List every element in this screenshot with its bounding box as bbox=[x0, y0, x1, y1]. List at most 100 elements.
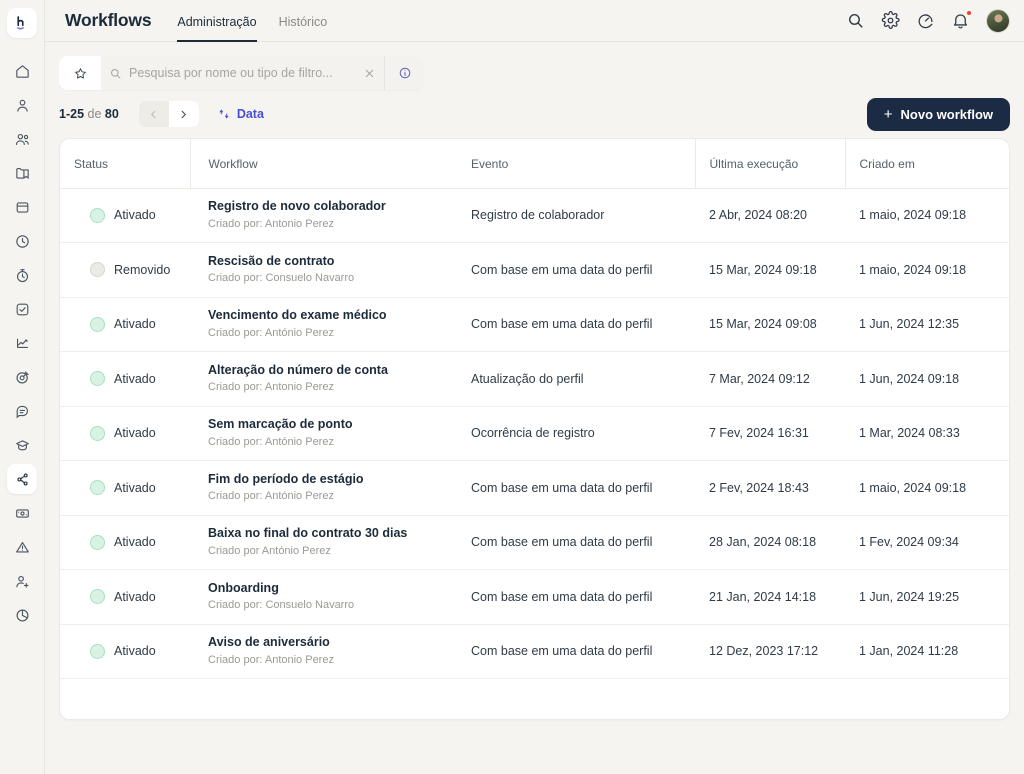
table-toolbar: 1-25 de 80 Data + Novo workflow bbox=[59, 90, 1010, 138]
search-input[interactable] bbox=[129, 66, 356, 80]
info-button[interactable] bbox=[384, 56, 424, 90]
next-page-button[interactable] bbox=[168, 101, 199, 127]
sidebar-item-messages[interactable] bbox=[7, 396, 37, 426]
cell-criado-em: 1 Fev, 2024 09:34 bbox=[859, 535, 959, 550]
status-badge: Ativado bbox=[74, 589, 190, 605]
pagination-range: 1-25 bbox=[59, 107, 85, 121]
close-icon[interactable] bbox=[363, 67, 376, 80]
sidebar-item-recruiting[interactable] bbox=[7, 566, 37, 596]
cell-ultima-execucao: 7 Fev, 2024 16:31 bbox=[709, 426, 809, 441]
pagination-summary: 1-25 de 80 bbox=[59, 107, 119, 121]
cell-evento: Com base em uma data do perfil bbox=[471, 535, 653, 550]
performance-button[interactable] bbox=[916, 11, 935, 30]
sidebar-item-tasks[interactable] bbox=[7, 294, 37, 324]
sidebar-item-workflows[interactable] bbox=[7, 464, 37, 494]
status-dot-icon bbox=[90, 480, 105, 496]
tab-administracao[interactable]: Administração bbox=[177, 1, 257, 42]
table-row[interactable]: Ativado Fim do período de estágio Criado p… bbox=[60, 461, 1009, 515]
workflow-name[interactable]: Rescisão de contrato bbox=[208, 253, 455, 270]
cell-workflow: Rescisão de contrato Criado por: Consuelo… bbox=[190, 243, 455, 298]
sidebar-item-alerts[interactable] bbox=[7, 532, 37, 562]
star-icon bbox=[74, 67, 86, 79]
table-row[interactable]: Ativado Alteração do número de conta Criad… bbox=[60, 352, 1009, 407]
sort-label: Data bbox=[236, 107, 264, 121]
sidebar-item-profile[interactable] bbox=[7, 90, 37, 120]
workflow-name[interactable]: Vencimento do exame médico bbox=[208, 307, 455, 324]
sidebar-item-payments[interactable] bbox=[7, 498, 37, 528]
cell-ultima-execucao: 15 Mar, 2024 09:08 bbox=[709, 317, 817, 332]
sidebar-item-training[interactable] bbox=[7, 430, 37, 460]
status-dot-icon bbox=[90, 534, 105, 550]
sidebar-item-hours[interactable] bbox=[7, 226, 37, 256]
sidebar-item-team[interactable] bbox=[7, 124, 37, 154]
cell-status: Ativado bbox=[60, 352, 190, 407]
table-row[interactable]: Ativado Onboarding Criado por: Consuelo Na… bbox=[60, 570, 1009, 625]
workflow-name[interactable]: Aviso de aniversário bbox=[208, 634, 455, 651]
workflow-name[interactable]: Baixa no final do contrato 30 dias bbox=[208, 525, 455, 542]
sort-button[interactable]: Data bbox=[217, 107, 264, 121]
home-icon bbox=[15, 64, 29, 78]
cell-status: Ativado bbox=[60, 570, 190, 625]
cell-status: Ativado bbox=[60, 624, 190, 679]
prev-page-button[interactable] bbox=[138, 101, 169, 127]
workflow-name[interactable]: Alteração do número de conta bbox=[208, 362, 455, 379]
sidebar-item-reports[interactable] bbox=[7, 328, 37, 358]
sidebar-item-home[interactable] bbox=[7, 56, 37, 86]
sidebar-item-analytics[interactable] bbox=[7, 600, 37, 630]
sidebar-item-timeclock[interactable] bbox=[7, 260, 37, 290]
sort-icon bbox=[219, 109, 229, 119]
status-label: Ativado bbox=[114, 644, 156, 659]
favorites-button[interactable] bbox=[59, 56, 101, 90]
status-badge: Ativado bbox=[74, 371, 190, 387]
sidebar-item-goals[interactable] bbox=[7, 362, 37, 392]
column-header-workflow[interactable]: Workflow bbox=[189, 139, 455, 189]
person-add-icon bbox=[15, 575, 29, 588]
cell-ultima-execucao: 2 Abr, 2024 08:20 bbox=[709, 208, 808, 223]
status-badge: Ativado bbox=[74, 316, 190, 332]
column-header-ultima-execucao[interactable]: Última execução bbox=[694, 139, 845, 189]
people-icon bbox=[15, 133, 29, 145]
money-icon bbox=[15, 508, 29, 518]
workflow-name[interactable]: Sem marcação de ponto bbox=[208, 416, 455, 433]
table-row[interactable]: Ativado Registro de novo colaborador Criad… bbox=[60, 188, 1009, 243]
sidebar-item-archive[interactable] bbox=[7, 192, 37, 222]
new-workflow-button[interactable]: + Novo workflow bbox=[866, 97, 1010, 131]
cell-status: Ativado bbox=[60, 297, 190, 352]
workflow-created-by: Criado por: Consuelo Navarro bbox=[208, 599, 355, 612]
status-badge: Removido bbox=[74, 262, 190, 278]
table-header-row: Status Workflow Evento Última execução C… bbox=[60, 139, 1009, 189]
search-button[interactable] bbox=[846, 11, 865, 30]
avatar[interactable] bbox=[986, 8, 1010, 33]
status-label: Ativado bbox=[114, 589, 156, 604]
pie-chart-icon bbox=[16, 609, 28, 621]
graduation-cap-icon bbox=[15, 439, 29, 450]
app-root: Workflows Administração Histórico Pesqui… bbox=[0, 0, 1024, 774]
column-header-criado-em[interactable]: Criado em bbox=[844, 139, 1009, 189]
cell-evento: Com base em uma data do perfil bbox=[471, 262, 653, 277]
settings-button[interactable] bbox=[881, 11, 900, 30]
workflow-created-by: Criado por: Antonio Perez bbox=[208, 217, 334, 230]
workflow-name[interactable]: Fim do período de estágio bbox=[208, 471, 455, 488]
workflow-name[interactable]: Registro de novo colaborador bbox=[208, 198, 455, 215]
table-row[interactable]: Ativado Vencimento do exame médico Criado … bbox=[60, 297, 1009, 352]
table-row[interactable]: Ativado Sem marcação de ponto Criado por:… bbox=[60, 406, 1009, 461]
notifications-button[interactable] bbox=[951, 10, 972, 30]
app-logo[interactable] bbox=[7, 8, 37, 38]
cell-criado-em: 1 maio, 2024 09:18 bbox=[859, 208, 967, 223]
column-header-status[interactable]: Status bbox=[60, 139, 190, 189]
workflows-table: Status Workflow Evento Última execução C… bbox=[60, 139, 1009, 679]
cell-workflow: Onboarding Criado por: Consuelo Navarro bbox=[190, 570, 455, 625]
sidebar-item-documents[interactable] bbox=[7, 158, 37, 188]
cell-workflow: Registro de novo colaborador Criado por: … bbox=[190, 188, 455, 243]
status-label: Ativado bbox=[114, 317, 156, 332]
workflow-name[interactable]: Onboarding bbox=[208, 580, 455, 597]
top-bar-actions bbox=[846, 8, 1010, 33]
status-badge: Ativado bbox=[74, 207, 190, 223]
table-row[interactable]: Ativado Baixa no final do contrato 30 dia… bbox=[60, 515, 1009, 570]
table-row[interactable]: Removido Rescisão de contrato Criado por: … bbox=[60, 243, 1009, 298]
table-row[interactable]: Ativado Aviso de aniversário Criado por: A… bbox=[60, 624, 1009, 679]
column-header-evento[interactable]: Evento bbox=[455, 139, 695, 189]
tab-historico[interactable]: Histórico bbox=[279, 1, 328, 42]
notification-badge bbox=[966, 10, 972, 16]
cell-ultima-execucao: 28 Jan, 2024 08:18 bbox=[709, 535, 817, 550]
